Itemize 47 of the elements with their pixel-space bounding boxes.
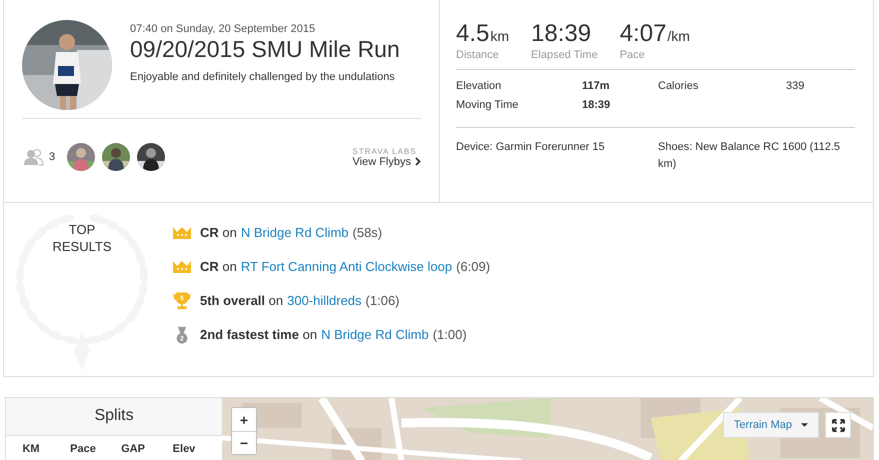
result-time: (6:09) [456,259,490,274]
activity-description: Enjoyable and definitely challenged by the undulations [130,71,396,83]
segment-link[interactable]: 300-hilldreds [287,293,362,308]
column-header: Elev [172,443,196,455]
activity-date: 07:40 on Sunday, 20 September 2015 [130,23,316,35]
segment-link[interactable]: N Bridge Rd Climb [240,225,349,240]
view-flybys-link[interactable]: View Flybys [352,156,421,168]
segment-link[interactable]: RT Fort Canning Anti Clockwise loop [240,259,452,274]
achievement-text: 5th overall on [200,293,284,308]
segment-link[interactable]: N Bridge Rd Climb [321,327,429,342]
achievement-text: 2nd fastest time on [200,327,318,342]
achievement-text: CR on [200,225,237,240]
detail-label: Elevation [456,80,502,92]
detail-value: 117m [582,80,611,92]
stat-label: Pace [620,49,646,61]
strava-labs-label: STRAVA LABS [352,146,417,156]
stat-value: 18:39 [531,20,592,47]
stat-value: 4.5 [456,20,490,47]
shoes-text: Shoes: New Balance RC 1600 (112.5 km) [658,140,842,172]
chevron-icon [415,157,421,166]
column-header: KM [21,443,41,455]
detail-label: Calories [658,80,700,92]
top-results-title: TOP RESULTS [52,221,112,255]
result-time: (1:00) [432,327,467,342]
stat-value: 4:07 [620,20,666,47]
fullscreen-icon [832,418,844,432]
stat-label: Distance [456,49,500,61]
map-type-dropdown[interactable]: Terrain Map [722,412,819,438]
detail-label: Moving Time [456,99,520,111]
fullscreen-button[interactable] [825,412,851,438]
stat-unit: km [490,28,510,44]
zoom-out-button[interactable]: − [232,431,256,454]
kudos-count: 3 [49,151,56,163]
result-time: (58s) [352,225,382,240]
detail-value: 339 [786,80,806,92]
stat-unit: /km [667,28,690,44]
stat-label: Elapsed Time [531,49,598,61]
activity-title: 09/20/2015 SMU Mile Run [130,36,400,63]
column-header: Pace [69,443,97,455]
caret-icon [801,423,808,427]
column-header: GAP [120,443,146,455]
device-text: Device: Garmin Forerunner 15 [456,140,606,155]
people-icon [24,148,44,166]
detail-value: 18:39 [582,99,612,111]
splits-header: Splits [6,398,222,436]
result-time: (1:06) [366,293,400,308]
achievement-text: CR on [200,259,237,274]
